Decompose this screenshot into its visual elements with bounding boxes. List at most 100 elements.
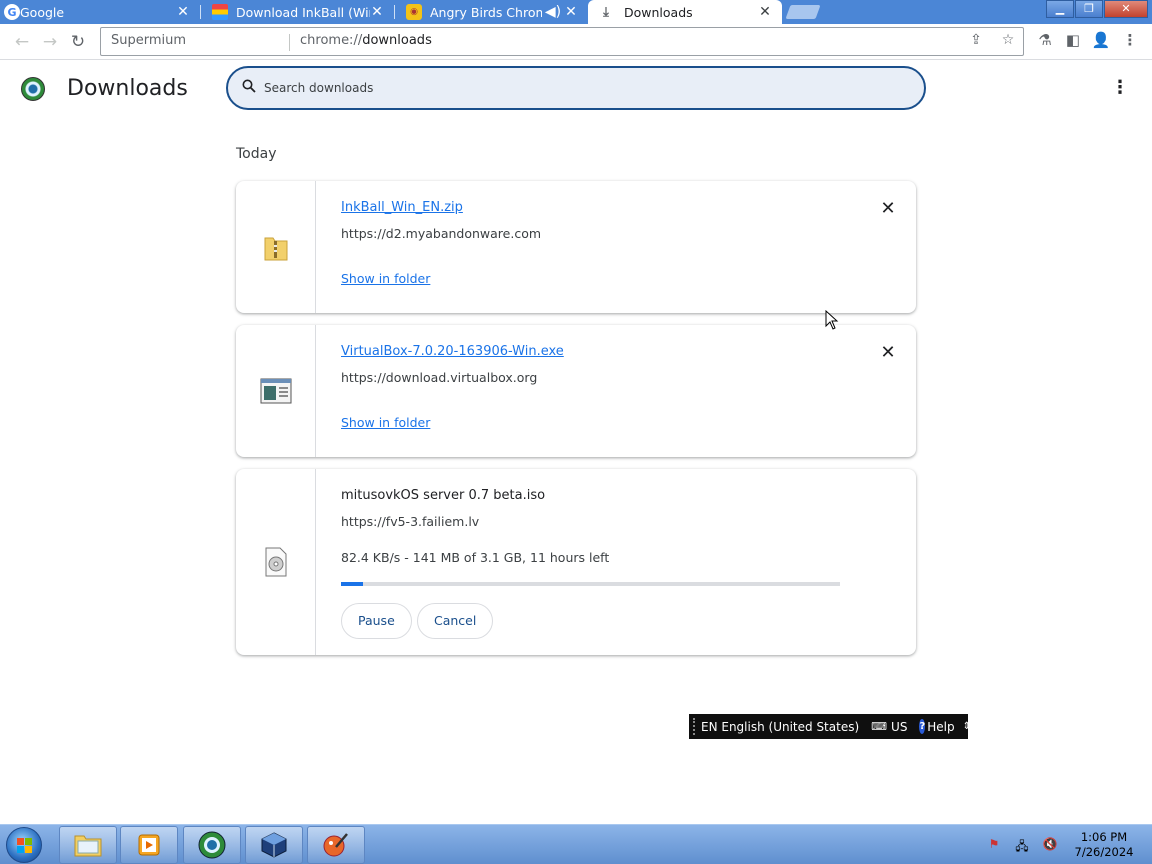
- file-icon-cell: [236, 469, 316, 655]
- progress-bar-fill: [341, 582, 364, 586]
- download-item: VirtualBox-7.0.20-163906-Win.exe https:/…: [236, 325, 916, 457]
- url-scheme: chrome://: [300, 33, 363, 48]
- clock[interactable]: 1:06 PM 7/26/2024: [1064, 830, 1144, 860]
- close-icon: ✕: [880, 342, 896, 363]
- download-icon: ⤓: [603, 4, 609, 20]
- keyboard-icon: ⌨: [871, 720, 888, 733]
- start-button[interactable]: [6, 827, 42, 863]
- taskbar-media-player[interactable]: [120, 826, 178, 864]
- arrow-right-icon: →: [42, 32, 58, 52]
- virtualbox-icon: [261, 832, 287, 858]
- tab-strip: G Google ✕ Download InkBall (Win ✕ ◉ Ang…: [0, 0, 1152, 24]
- zip-folder-icon: [264, 237, 287, 261]
- taskbar-virtualbox[interactable]: [245, 826, 303, 864]
- close-icon[interactable]: ✕: [370, 4, 384, 20]
- language-bar-options-icon[interactable]: ⇕: [963, 721, 971, 732]
- tab-angry-birds[interactable]: ◉ Angry Birds Chrom ◀) ✕: [388, 0, 588, 24]
- extensions-icon[interactable]: ⚗: [1034, 31, 1056, 53]
- reload-button[interactable]: ↻: [66, 30, 90, 54]
- taskbar-paint[interactable]: [307, 826, 365, 864]
- iso-disc-icon: [265, 547, 286, 577]
- browser-menu-icon[interactable]: ⋮: [1119, 31, 1141, 53]
- origin-chip[interactable]: Supermium: [111, 33, 186, 48]
- minimize-button[interactable]: ▁: [1046, 0, 1074, 18]
- search-box[interactable]: [226, 66, 926, 110]
- close-icon[interactable]: ✕: [758, 4, 772, 20]
- file-icon-cell: [236, 181, 316, 313]
- file-name-link[interactable]: VirtualBox-7.0.20-163906-Win.exe: [341, 344, 564, 359]
- close-icon[interactable]: ✕: [176, 4, 190, 20]
- tab-title: Angry Birds Chrom: [430, 4, 542, 20]
- folder-icon: [74, 835, 102, 857]
- mouse-cursor-icon: [825, 310, 839, 330]
- tab-downloads[interactable]: ⤓ Downloads ✕: [588, 0, 782, 24]
- show-in-folder-link[interactable]: Show in folder: [341, 415, 430, 430]
- progress-bar: [341, 582, 840, 586]
- remove-from-list-button[interactable]: ✕: [878, 343, 898, 363]
- input-language[interactable]: EN English (United States): [701, 720, 859, 734]
- window-controls: ▁ ❐ ✕: [1045, 0, 1148, 18]
- language-bar[interactable]: EN English (United States) ⌨ US ? Help ⇕: [689, 714, 971, 739]
- file-source-url: https://fv5-3.failiem.lv: [341, 514, 480, 529]
- page-title: Downloads: [67, 76, 188, 101]
- date-header: Today: [236, 146, 277, 162]
- more-actions-icon[interactable]: ⋮: [1110, 78, 1130, 98]
- media-player-icon: [138, 834, 160, 856]
- bookmark-star-icon[interactable]: ☆: [997, 32, 1019, 52]
- forward-button[interactable]: →: [38, 30, 62, 54]
- download-item: mitusovkOS server 0.7 beta.iso https://f…: [236, 469, 916, 655]
- url-path: downloads: [362, 33, 432, 48]
- taskbar: ⚑ 🖧 🔇 1:06 PM 7/26/2024: [0, 824, 1152, 864]
- google-g-icon: G: [4, 4, 20, 20]
- network-icon[interactable]: 🖧: [1013, 837, 1031, 853]
- action-center-flag-icon[interactable]: ⚑: [985, 837, 1003, 853]
- close-icon[interactable]: ✕: [564, 4, 578, 20]
- close-window-button[interactable]: ✕: [1104, 0, 1148, 18]
- clock-time: 1:06 PM: [1080, 830, 1128, 844]
- download-item: InkBall_Win_EN.zip https://d2.myabandonw…: [236, 181, 916, 313]
- browser-toolbar: ← → ↻ Supermium chrome://downloads ⇪ ☆ ⚗…: [0, 24, 1152, 60]
- tab-title: Download InkBall (Win: [236, 4, 370, 20]
- progress-status: 82.4 KB/s - 141 MB of 3.1 GB, 11 hours l…: [341, 550, 610, 565]
- supermium-logo: [21, 77, 45, 101]
- side-panel-icon[interactable]: ◧: [1062, 31, 1084, 53]
- address-bar[interactable]: Supermium chrome://downloads ⇪ ☆: [100, 27, 1024, 56]
- share-icon[interactable]: ⇪: [965, 32, 987, 52]
- help-button[interactable]: Help: [927, 720, 954, 734]
- paint-icon: [323, 833, 348, 857]
- cancel-button[interactable]: Cancel: [417, 603, 494, 639]
- language-bar-grip[interactable]: [693, 718, 695, 735]
- system-tray: ⚑ 🖧 🔇 1:06 PM 7/26/2024: [980, 825, 1152, 864]
- address-url[interactable]: chrome://downloads: [300, 33, 432, 48]
- myabandonware-icon: [212, 4, 228, 20]
- windows-logo-icon: [17, 838, 32, 853]
- clock-date: 7/26/2024: [1074, 845, 1134, 859]
- taskbar-supermium[interactable]: [183, 826, 241, 864]
- new-tab-button[interactable]: [785, 5, 821, 19]
- supermium-icon: [198, 831, 226, 859]
- audio-playing-icon[interactable]: ◀): [542, 4, 564, 20]
- remove-from-list-button[interactable]: ✕: [878, 199, 898, 219]
- back-button[interactable]: ←: [10, 30, 34, 54]
- tab-title: Downloads: [624, 4, 693, 20]
- file-source-url: https://d2.myabandonware.com: [341, 226, 542, 241]
- tab-google[interactable]: G Google ✕: [0, 0, 200, 24]
- profile-icon[interactable]: 👤: [1090, 31, 1112, 53]
- search-icon: [242, 79, 256, 93]
- show-in-folder-link[interactable]: Show in folder: [341, 271, 430, 286]
- file-name: mitusovkOS server 0.7 beta.iso: [341, 488, 546, 503]
- reload-icon: ↻: [70, 32, 86, 52]
- file-icon-cell: [236, 325, 316, 457]
- tab-inkball[interactable]: Download InkBall (Win ✕: [194, 0, 394, 24]
- tab-title: Google: [20, 4, 65, 20]
- search-input[interactable]: [264, 76, 904, 100]
- address-divider: [289, 34, 290, 51]
- taskbar-explorer[interactable]: [59, 826, 117, 864]
- file-name-link[interactable]: InkBall_Win_EN.zip: [341, 200, 463, 215]
- restore-button[interactable]: ❐: [1075, 0, 1103, 18]
- volume-muted-icon[interactable]: 🔇: [1041, 837, 1059, 853]
- keyboard-layout[interactable]: US: [891, 720, 907, 734]
- pause-button[interactable]: Pause: [341, 603, 412, 639]
- file-source-url: https://download.virtualbox.org: [341, 370, 538, 385]
- angry-birds-icon: ◉: [406, 4, 422, 20]
